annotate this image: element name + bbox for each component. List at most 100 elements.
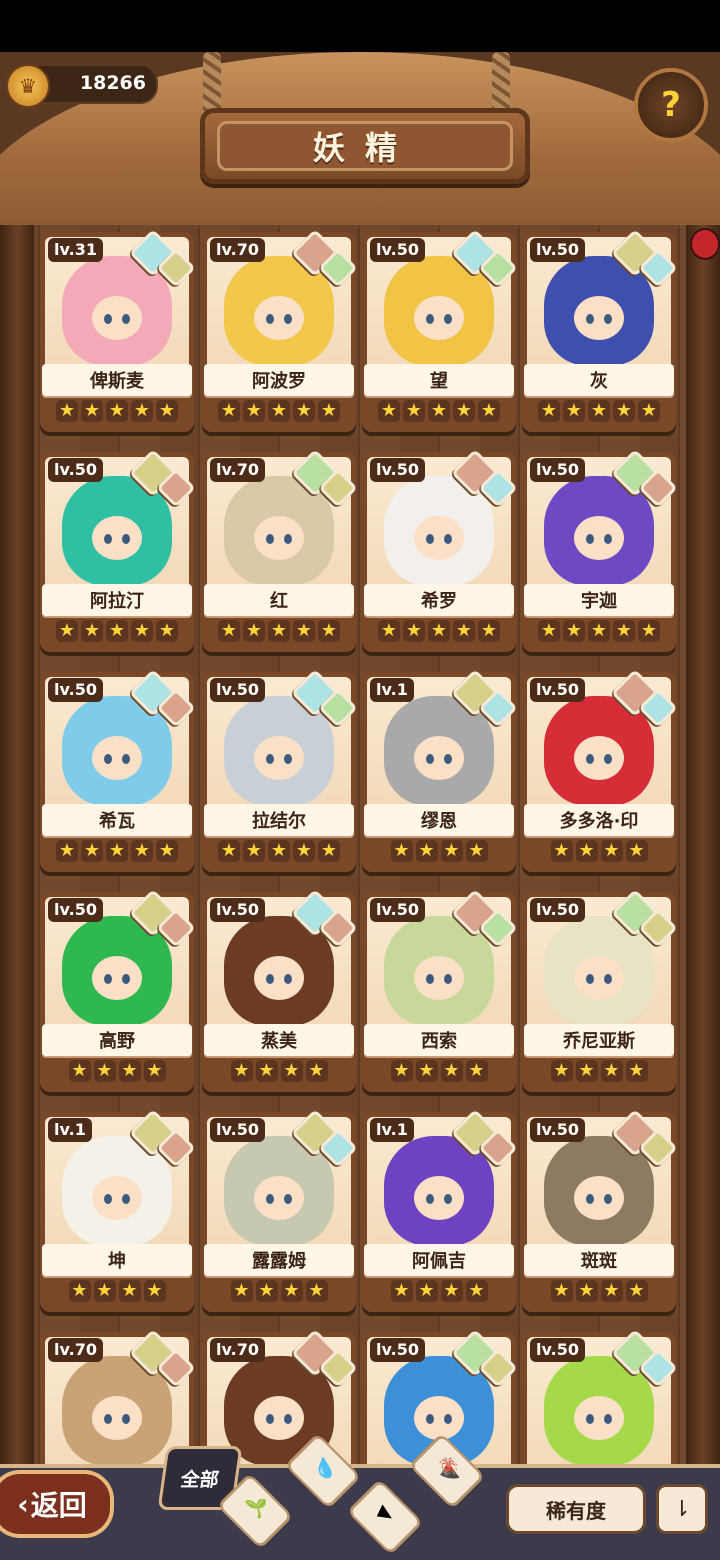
star-icon: ★	[550, 1280, 573, 1302]
star-rating: ★ ★ ★ ★ ★	[202, 400, 356, 428]
star-icon: ★	[293, 620, 315, 642]
star-icon: ★	[550, 840, 573, 862]
star-rating: ★ ★ ★ ★	[362, 1060, 516, 1088]
character-face	[92, 296, 142, 340]
character-name: 西索	[364, 1024, 514, 1056]
fairy-card[interactable]: lv.50 阿拉汀 ★ ★ ★ ★ ★	[40, 448, 196, 652]
fairy-card[interactable]: lv.50 高野 ★ ★ ★ ★	[40, 888, 196, 1092]
star-rating: ★ ★ ★ ★	[522, 1060, 676, 1088]
eye-left	[586, 534, 594, 544]
star-icon: ★	[243, 840, 265, 862]
level-badge: lv.70	[210, 238, 265, 262]
eye-right	[444, 1414, 452, 1424]
help-button[interactable]: ?	[634, 68, 708, 142]
character-name: 希瓦	[42, 804, 192, 836]
eye-left	[586, 1194, 594, 1204]
star-icon: ★	[305, 1060, 328, 1082]
character-face	[92, 516, 142, 560]
character-face	[414, 1176, 464, 1220]
character-face	[414, 516, 464, 560]
character-face	[92, 1396, 142, 1440]
fairy-card[interactable]: lv.50 西索 ★ ★ ★ ★	[362, 888, 518, 1092]
fairy-card[interactable]: lv.50 拉结尔 ★ ★ ★ ★ ★	[202, 668, 358, 872]
star-icon: ★	[106, 400, 128, 422]
fairy-card[interactable]: lv.1 阿佩吉 ★ ★ ★ ★	[362, 1108, 518, 1312]
mountain-icon: ⛰	[373, 1499, 394, 1524]
level-badge: lv.50	[210, 1118, 265, 1142]
star-icon: ★	[143, 1280, 166, 1302]
fairy-card[interactable]: lv.50 多多洛·印 ★ ★ ★ ★	[522, 668, 678, 872]
character-face	[574, 516, 624, 560]
eye-left	[104, 1194, 112, 1204]
fairy-card[interactable]: lv.50 望 ★ ★ ★ ★ ★	[362, 228, 518, 432]
character-name: 灰	[524, 364, 674, 396]
character-name: 宇迦	[524, 584, 674, 616]
star-rating: ★ ★ ★ ★ ★	[40, 840, 194, 868]
character-face	[92, 736, 142, 780]
fairy-card[interactable]: lv.1 缪恩 ★ ★ ★ ★	[362, 668, 518, 872]
sort-order-button[interactable]: ⇂	[656, 1484, 708, 1534]
level-badge: lv.50	[530, 238, 585, 262]
back-button[interactable]: ‹ 返回	[0, 1470, 114, 1538]
rarity-sort-button[interactable]: 稀有度	[506, 1484, 646, 1534]
character-name: 多多洛·印	[524, 804, 674, 836]
star-rating: ★ ★ ★ ★ ★	[202, 840, 356, 868]
character-name: 俾斯麦	[42, 364, 192, 396]
fairy-card[interactable]: lv.50 蒸美 ★ ★ ★ ★	[202, 888, 358, 1092]
level-badge: lv.50	[210, 678, 265, 702]
level-badge: lv.70	[210, 458, 265, 482]
star-icon: ★	[465, 1280, 488, 1302]
filter-all-label: 全部	[179, 1468, 221, 1491]
star-rating: ★ ★ ★ ★ ★	[362, 400, 516, 428]
question-sprout-icon: ?	[661, 85, 681, 125]
character-name: 阿拉汀	[42, 584, 192, 616]
water-drop-icon: 💧	[311, 1456, 339, 1482]
eye-right	[444, 1194, 452, 1204]
fairy-card[interactable]: lv.50 斑斑 ★ ★ ★ ★	[522, 1108, 678, 1312]
star-icon: ★	[218, 620, 240, 642]
star-icon: ★	[378, 620, 400, 642]
star-icon: ★	[600, 840, 623, 862]
star-icon: ★	[478, 620, 500, 642]
star-icon: ★	[93, 1280, 116, 1302]
character-face	[254, 736, 304, 780]
star-icon: ★	[415, 1060, 438, 1082]
star-icon: ★	[81, 400, 103, 422]
star-icon: ★	[638, 620, 660, 642]
star-icon: ★	[440, 840, 463, 862]
star-icon: ★	[538, 400, 560, 422]
fairy-card[interactable]: lv.70 红 ★ ★ ★ ★ ★	[202, 448, 358, 652]
star-icon: ★	[613, 400, 635, 422]
eye-right	[284, 1194, 292, 1204]
eye-right	[604, 974, 612, 984]
fairy-card[interactable]: lv.31 俾斯麦 ★ ★ ★ ★ ★	[40, 228, 196, 432]
star-icon: ★	[243, 400, 265, 422]
fairy-card[interactable]: lv.50 希瓦 ★ ★ ★ ★ ★	[40, 668, 196, 872]
eye-right	[122, 754, 130, 764]
fairy-card[interactable]: lv.50 露露姆 ★ ★ ★ ★	[202, 1108, 358, 1312]
level-badge: lv.31	[48, 238, 103, 262]
eye-left	[586, 314, 594, 324]
character-name: 斑斑	[524, 1244, 674, 1276]
level-badge: lv.50	[370, 1338, 425, 1362]
star-icon: ★	[93, 1060, 116, 1082]
star-icon: ★	[563, 620, 585, 642]
level-badge: lv.50	[530, 678, 585, 702]
fairy-card[interactable]: lv.1 坤 ★ ★ ★ ★	[40, 1108, 196, 1312]
star-icon: ★	[156, 620, 178, 642]
fairy-card[interactable]: lv.70 阿波罗 ★ ★ ★ ★ ★	[202, 228, 358, 432]
fairy-card[interactable]: lv.50 希罗 ★ ★ ★ ★ ★	[362, 448, 518, 652]
fairy-card[interactable]: lv.50 灰 ★ ★ ★ ★ ★	[522, 228, 678, 432]
fairy-card[interactable]: lv.50 宇迦 ★ ★ ★ ★ ★	[522, 448, 678, 652]
eye-left	[104, 534, 112, 544]
star-icon: ★	[68, 1060, 91, 1082]
character-name: 乔尼亚斯	[524, 1024, 674, 1056]
character-face	[574, 956, 624, 1000]
fairy-card[interactable]: lv.50 乔尼亚斯 ★ ★ ★ ★	[522, 888, 678, 1092]
star-icon: ★	[156, 840, 178, 862]
title-plaque: 妖精	[200, 108, 530, 184]
eye-right	[122, 974, 130, 984]
character-face	[254, 1176, 304, 1220]
character-name: 希罗	[364, 584, 514, 616]
eye-left	[426, 534, 434, 544]
